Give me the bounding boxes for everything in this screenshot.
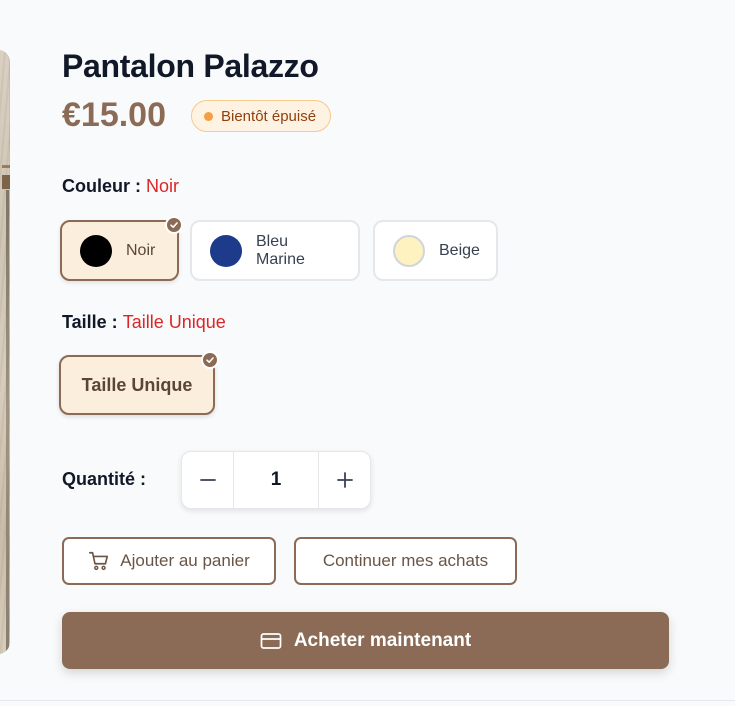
color-swatch-circle xyxy=(80,234,112,267)
increase-quantity-button[interactable] xyxy=(319,452,370,508)
cart-icon xyxy=(89,551,109,571)
product-detail-page: Pantalon Palazzo €15.00 Bientôt épuisé C… xyxy=(0,0,735,706)
color-option-beige[interactable]: Beige xyxy=(373,220,498,281)
stock-status-label: Bientôt épuisé xyxy=(221,107,317,125)
quantity-value[interactable]: 1 xyxy=(233,452,319,508)
decrease-quantity-button[interactable] xyxy=(182,452,233,508)
divider xyxy=(0,700,735,701)
product-image[interactable] xyxy=(0,50,10,654)
status-dot-icon xyxy=(204,111,213,121)
color-section-label: Couleur : Noir xyxy=(62,176,179,197)
buy-now-label: Acheter maintenant xyxy=(293,629,472,651)
color-option-noir[interactable]: Noir xyxy=(60,216,183,281)
minus-icon xyxy=(199,479,216,481)
add-to-cart-label: Ajouter au panier xyxy=(120,551,250,570)
size-option-label: Taille Unique xyxy=(81,374,193,395)
plus-icon xyxy=(336,472,353,488)
check-icon xyxy=(165,216,183,234)
color-swatch-circle xyxy=(393,234,425,267)
product-price: €15.00 xyxy=(62,96,166,134)
size-label: Taille : xyxy=(62,312,118,332)
buy-now-button[interactable]: Acheter maintenant xyxy=(62,612,669,669)
product-title: Pantalon Palazzo xyxy=(62,48,319,84)
quantity-label: Quantité : xyxy=(62,469,146,489)
color-option-label: Beige xyxy=(439,241,480,259)
color-swatch-circle xyxy=(210,234,242,267)
size-option-taille-unique[interactable]: Taille Unique xyxy=(59,351,219,415)
color-option-label: Bleu Marine xyxy=(256,232,305,268)
selected-size-value: Taille Unique xyxy=(122,312,226,332)
selected-color-value: Noir xyxy=(146,176,180,196)
continue-shopping-label: Continuer mes achats xyxy=(322,551,489,570)
check-icon xyxy=(201,351,219,369)
add-to-cart-button[interactable]: Ajouter au panier xyxy=(62,537,276,585)
color-option-label: Noir xyxy=(126,241,156,259)
size-section-label: Taille : Taille Unique xyxy=(62,312,226,333)
color-label: Couleur : xyxy=(62,176,141,196)
continue-shopping-button[interactable]: Continuer mes achats xyxy=(294,537,517,585)
quantity-stepper: 1 xyxy=(181,451,371,509)
credit-card-icon xyxy=(260,632,282,649)
color-option-bleu-marine[interactable]: Bleu Marine xyxy=(190,220,360,281)
stock-status-badge: Bientôt épuisé xyxy=(191,100,332,132)
